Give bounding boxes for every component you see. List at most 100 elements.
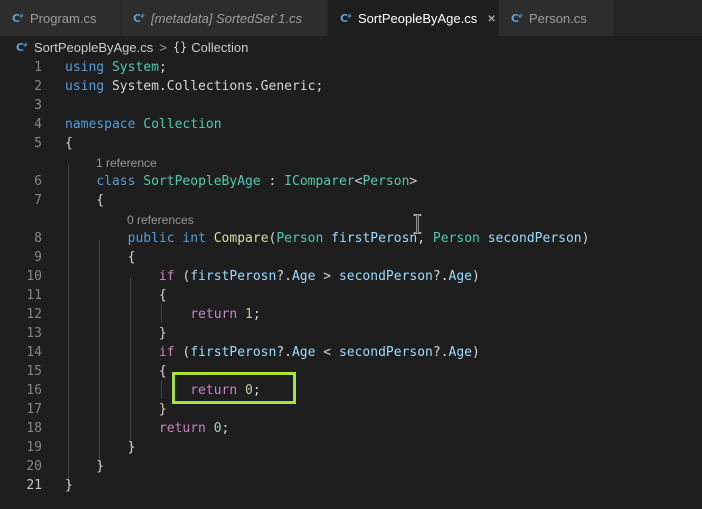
breadcrumb-file[interactable]: SortPeopleByAge.cs xyxy=(34,40,153,55)
csharp-file-icon: C # xyxy=(133,12,145,25)
code-text: public int Compare(Person firstPerosn, P… xyxy=(65,229,590,248)
line-number: 1 xyxy=(34,60,42,75)
tab-program-cs[interactable]: C # Program.cs xyxy=(0,0,121,36)
code-token: System xyxy=(111,60,159,75)
code-token: SortPeopleByAge xyxy=(143,174,261,189)
code-text: if (firstPerosn?.Age < secondPerson?.Age… xyxy=(65,343,480,362)
close-icon[interactable]: × xyxy=(485,10,498,26)
line-number: 11 xyxy=(26,288,42,303)
code-line[interactable]: 21} xyxy=(0,476,702,495)
line-number: 15 xyxy=(26,364,42,379)
code-token: return xyxy=(190,307,238,322)
code-line[interactable]: 19 } xyxy=(0,438,702,457)
code-token: Person xyxy=(432,231,480,246)
line-number: 20 xyxy=(26,459,42,474)
tab-label: SortPeopleByAge.cs xyxy=(358,10,478,26)
code-token: Collection xyxy=(143,117,222,132)
namespace-icon: {} xyxy=(172,40,188,54)
tab-person-cs[interactable]: C # Person.cs xyxy=(499,0,615,36)
code-line[interactable]: 18 return 0; xyxy=(0,419,702,438)
code-line[interactable]: 17 } xyxy=(0,400,702,419)
svg-text:#: # xyxy=(140,13,145,20)
code-token: Compare xyxy=(213,231,269,246)
svg-text:#: # xyxy=(23,42,28,49)
code-token: Age xyxy=(448,269,473,284)
code-text: } xyxy=(65,476,73,495)
code-line[interactable]: 16 return 0; xyxy=(0,381,702,400)
code-line[interactable]: 3 xyxy=(0,96,702,115)
code-token: > xyxy=(409,174,418,189)
code-token: if xyxy=(158,345,175,360)
code-line[interactable]: 11 { xyxy=(0,286,702,305)
line-number: 12 xyxy=(26,307,42,322)
code-token: 1 xyxy=(245,307,253,322)
line-number: 9 xyxy=(34,250,42,265)
code-token: ) xyxy=(472,345,480,360)
code-line[interactable]: 4 namespace Collection xyxy=(0,115,702,134)
code-line[interactable]: 15 { xyxy=(0,362,702,381)
breadcrumb-symbol[interactable]: Collection xyxy=(191,40,248,55)
code-token: if xyxy=(158,269,175,284)
tab-sortedset-metadata[interactable]: C # [metadata] SortedSet`1.cs xyxy=(121,0,328,36)
text-cursor-icon xyxy=(413,214,422,238)
code-line[interactable]: 20 } xyxy=(0,457,702,476)
line-number: 8 xyxy=(34,231,42,246)
line-number: 2 xyxy=(34,79,42,94)
code-token: IComparer xyxy=(284,174,355,189)
code-token: { xyxy=(65,193,105,208)
code-line[interactable]: 13 } xyxy=(0,324,702,343)
line-number: 14 xyxy=(26,345,42,360)
code-line[interactable]: 14 if (firstPerosn?.Age < secondPerson?.… xyxy=(0,343,702,362)
chevron-right-icon: > xyxy=(159,39,167,55)
code-token: > xyxy=(315,269,339,284)
code-text: using System.Collections.Generic; xyxy=(65,77,323,96)
code-text: } xyxy=(65,438,136,457)
code-line[interactable]: 6 class SortPeopleByAge : IComparer<Pers… xyxy=(0,172,702,191)
tab-label: Program.cs xyxy=(30,10,97,26)
code-token: } xyxy=(65,478,73,493)
code-token: ( xyxy=(174,345,191,360)
code-token: secondPerson xyxy=(338,269,433,284)
code-line[interactable]: 2 using System.Collections.Generic; xyxy=(0,77,702,96)
code-token: } xyxy=(65,459,105,474)
svg-text:#: # xyxy=(347,13,352,20)
code-text: { xyxy=(65,191,104,210)
code-token: ; xyxy=(221,421,230,436)
tab-sortpeoplebyage-cs[interactable]: C # SortPeopleByAge.cs × xyxy=(328,0,499,36)
code-line[interactable]: 10 if (firstPerosn?.Age > secondPerson?.… xyxy=(0,267,702,286)
line-number: 17 xyxy=(26,402,42,417)
code-text: using System; xyxy=(65,58,167,77)
code-token: using xyxy=(65,60,105,75)
code-token: ) xyxy=(472,269,480,284)
code-token: ?. xyxy=(432,269,449,284)
line-number: 4 xyxy=(34,117,42,132)
code-lens-references[interactable]: 0 references xyxy=(127,211,194,229)
code-editor[interactable]: 1 reference 0 references 1 using System; 2… xyxy=(0,58,702,509)
code-text: } xyxy=(65,400,167,419)
code-line[interactable]: 1 using System; xyxy=(0,58,702,77)
code-line[interactable]: 5{ xyxy=(0,134,702,153)
code-token: int xyxy=(182,231,206,246)
code-token: { xyxy=(65,288,167,303)
code-line[interactable]: 7 { xyxy=(0,191,702,210)
code-token: ) xyxy=(581,231,590,246)
code-text: return 0; xyxy=(65,419,229,438)
code-line[interactable]: 8 public int Compare(Person firstPerosn,… xyxy=(0,229,702,248)
tab-label: [metadata] SortedSet`1.cs xyxy=(151,10,303,26)
code-line[interactable]: 9 { xyxy=(0,248,702,267)
code-token: firstPerosn xyxy=(190,269,277,284)
csharp-file-icon: C # xyxy=(511,12,523,25)
line-number: 3 xyxy=(34,98,42,113)
code-token: ; xyxy=(252,307,261,322)
code-text: { xyxy=(65,134,73,153)
line-number: 16 xyxy=(26,383,42,398)
code-lens-references[interactable]: 1 reference xyxy=(96,154,157,172)
code-line[interactable]: 12 return 1; xyxy=(0,305,702,324)
